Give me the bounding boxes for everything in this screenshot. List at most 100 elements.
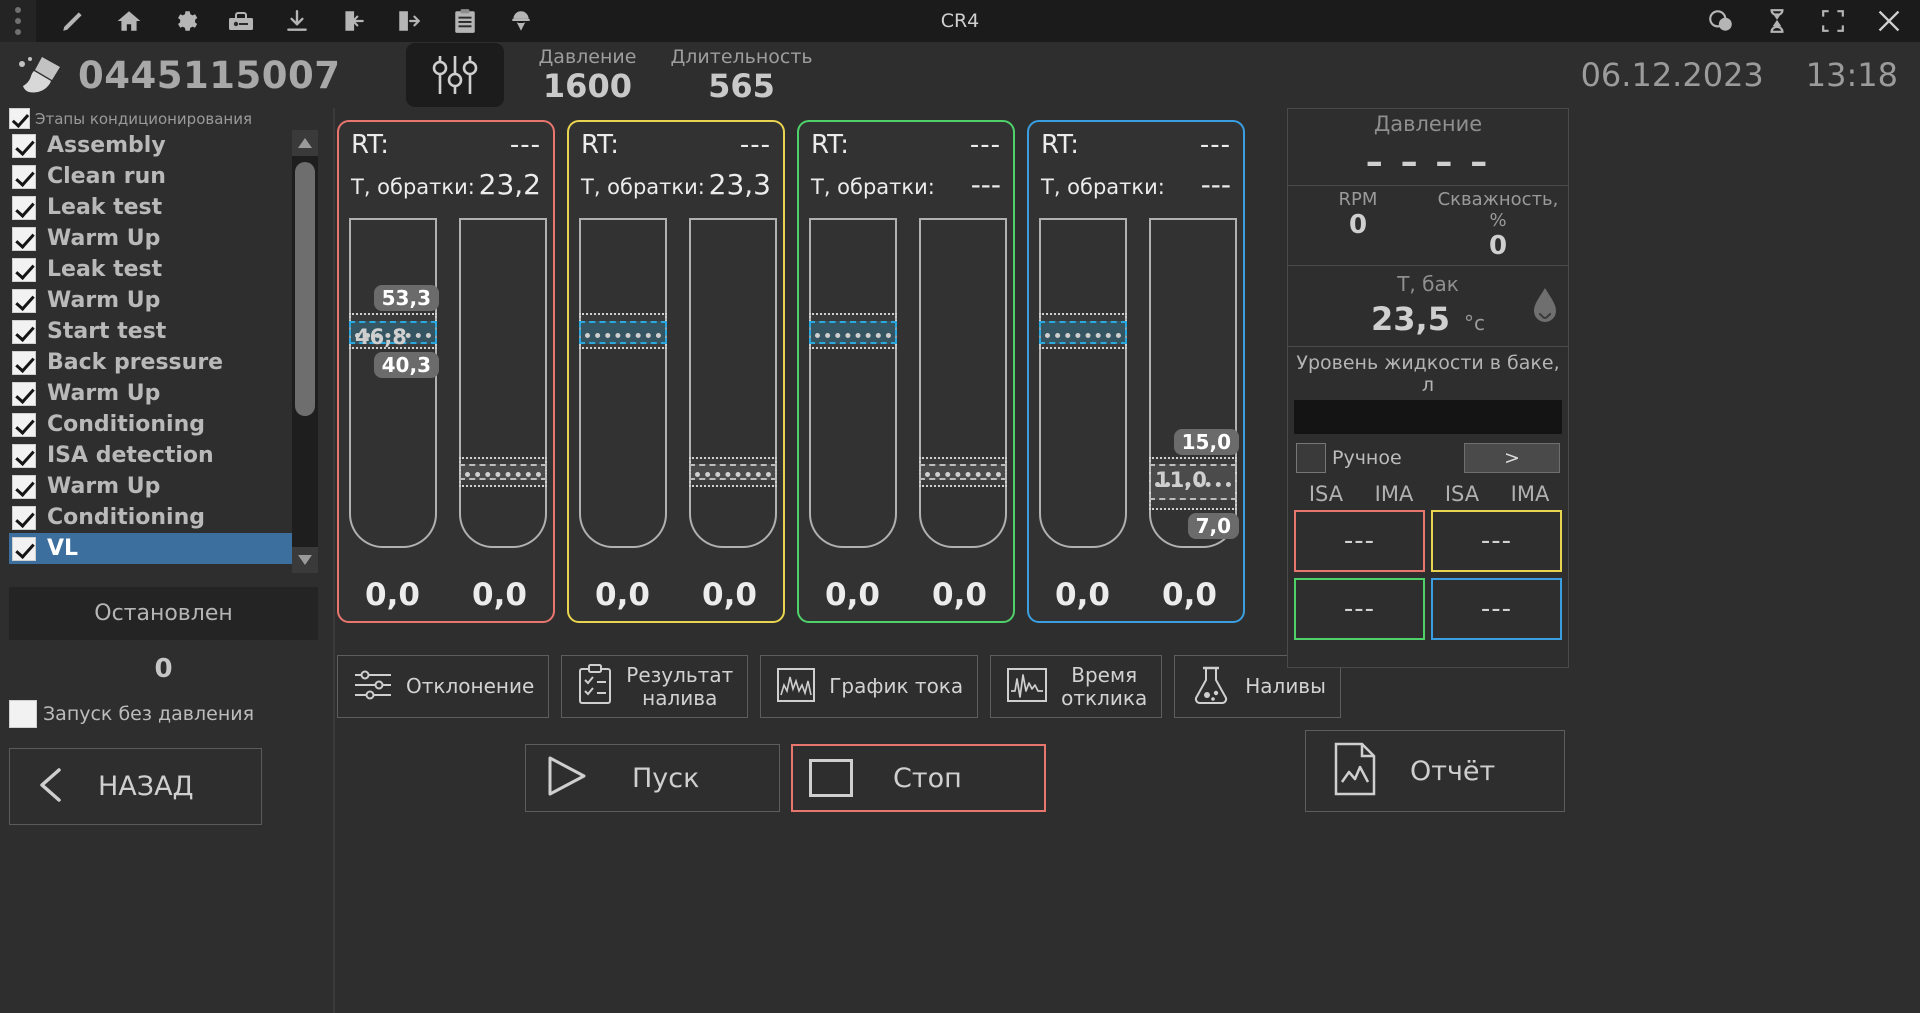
stage-item-0[interactable]: Assembly	[9, 130, 300, 161]
function-button-3[interactable]: Время отклика	[990, 655, 1163, 718]
stage-item-6[interactable]: Start test	[9, 316, 300, 347]
result-cell-0[interactable]: ---	[1294, 510, 1425, 572]
stage-list: Assembly Clean run Leak test Warm Up Leak te…	[9, 130, 318, 573]
chat-icon[interactable]	[1706, 6, 1736, 36]
result-cell-value-0: ---	[1343, 526, 1376, 556]
tube-3-0[interactable]	[1039, 218, 1127, 548]
rt-label-0: RT:	[351, 130, 389, 160]
tube-1-0[interactable]	[579, 218, 667, 548]
scroll-down-button[interactable]	[292, 547, 318, 573]
result-cell-3[interactable]: ---	[1431, 578, 1562, 640]
duration-value: 565	[708, 67, 775, 105]
no-pressure-checkbox[interactable]	[9, 700, 37, 728]
stage-list-scrollbar[interactable]	[292, 130, 318, 573]
stage-label-12: Conditioning	[47, 505, 205, 530]
back-button[interactable]: НАЗАД	[9, 748, 262, 825]
tube-3-1[interactable]: 11,0 15,0 7,0	[1149, 218, 1239, 548]
tube-0-0[interactable]: 46,8 53,3 40,3	[349, 218, 439, 548]
pencil-icon[interactable]	[58, 6, 88, 36]
stage-checkbox-6[interactable]	[12, 319, 36, 344]
result-cell-value-3: ---	[1480, 594, 1513, 624]
stage-item-12[interactable]: Conditioning	[9, 502, 300, 533]
stage-checkbox-8[interactable]	[12, 381, 36, 406]
stage-checkbox-0[interactable]	[12, 133, 36, 158]
stage-checkbox-13[interactable]	[12, 536, 36, 561]
right-pressure-value: – – – –	[1365, 142, 1491, 182]
gear-icon[interactable]	[170, 6, 200, 36]
tube-0-1[interactable]	[459, 218, 547, 548]
scrollbar-thumb[interactable]	[295, 162, 315, 416]
tube-readout-1-1: 0,0	[702, 577, 757, 613]
stage-item-3[interactable]: Warm Up	[9, 223, 300, 254]
worker-icon[interactable]	[506, 6, 536, 36]
grip-icon[interactable]	[0, 0, 36, 42]
stage-checkbox-7[interactable]	[12, 350, 36, 375]
toolbox-icon[interactable]	[226, 6, 256, 36]
home-icon[interactable]	[114, 6, 144, 36]
scroll-up-button[interactable]	[292, 130, 318, 156]
stage-checkbox-1[interactable]	[12, 164, 36, 189]
hourglass-icon[interactable]	[1762, 6, 1792, 36]
isa-ima-header-0: ISA	[1308, 482, 1344, 506]
download-icon[interactable]	[282, 6, 312, 36]
start-button[interactable]: Пуск	[525, 744, 780, 812]
channel-panel-0[interactable]: RT: --- Т, обратки: 23,2 46,8 53,3 40,3 0,0 0,0	[337, 120, 555, 623]
close-icon[interactable]	[1874, 6, 1904, 36]
tube-group-0: 46,8 53,3 40,3	[349, 218, 547, 548]
tube-2-0[interactable]	[809, 218, 897, 548]
result-cell-2[interactable]: ---	[1294, 578, 1425, 640]
manual-mode-checkbox[interactable]	[1296, 443, 1326, 473]
channel-readouts-0: 0,0 0,0	[339, 577, 553, 613]
stage-item-2[interactable]: Leak test	[9, 192, 300, 223]
manual-next-button[interactable]: >	[1464, 443, 1560, 473]
stage-checkbox-9[interactable]	[12, 412, 36, 437]
stage-item-13[interactable]: VL	[9, 533, 300, 564]
stage-label-9: Conditioning	[47, 412, 205, 437]
target-band-0-1	[459, 464, 547, 481]
stage-item-1[interactable]: Clean run	[9, 161, 300, 192]
stage-label-2: Leak test	[47, 195, 163, 220]
stages-header-label: Этапы кондиционирования	[35, 109, 252, 128]
stages-header-checkbox[interactable]	[9, 108, 30, 129]
function-button-0[interactable]: Отклонение	[337, 655, 550, 718]
stage-checkbox-11[interactable]	[12, 474, 36, 499]
channel-panel-1[interactable]: RT: --- Т, обратки: 23,3 0,0 0,0	[567, 120, 785, 623]
sliders-icon[interactable]	[406, 43, 505, 107]
stage-checkbox-12[interactable]	[12, 505, 36, 530]
stage-label-13: VL	[47, 536, 79, 561]
stage-checkbox-10[interactable]	[12, 443, 36, 468]
channel-panel-3[interactable]: RT: --- Т, обратки: --- 11,0 15,0 7,0 0,0 0,0	[1027, 120, 1245, 623]
no-pressure-option[interactable]: Запуск без давления	[9, 700, 327, 728]
clipboard-icon[interactable]	[450, 6, 480, 36]
stage-item-10[interactable]: ISA detection	[9, 440, 300, 471]
low-limit-badge-3-1: 7,0	[1187, 512, 1239, 539]
stage-item-8[interactable]: Warm Up	[9, 378, 300, 409]
stage-item-4[interactable]: Leak test	[9, 254, 300, 285]
status-text: Остановлен	[94, 601, 233, 626]
channel-readouts-3: 0,0 0,0	[1029, 577, 1243, 613]
stage-checkbox-3[interactable]	[12, 226, 36, 251]
tube-2-1[interactable]	[919, 218, 1007, 548]
target-band-1-0	[579, 321, 667, 345]
stop-square-icon	[809, 759, 853, 797]
function-button-2[interactable]: График тока	[760, 655, 979, 718]
stage-item-9[interactable]: Conditioning	[9, 409, 300, 440]
stage-checkbox-4[interactable]	[12, 257, 36, 282]
stage-item-7[interactable]: Back pressure	[9, 347, 300, 378]
report-button[interactable]: Отчёт	[1305, 730, 1565, 812]
rt-label-3: RT:	[1041, 130, 1079, 160]
stage-checkbox-2[interactable]	[12, 195, 36, 220]
export-icon[interactable]	[394, 6, 424, 36]
stage-checkbox-5[interactable]	[12, 288, 36, 313]
import-icon[interactable]	[338, 6, 368, 36]
channel-panel-2[interactable]: RT: --- Т, обратки: --- 0,0 0,0	[797, 120, 1015, 623]
tube-1-1[interactable]	[689, 218, 777, 548]
function-button-1[interactable]: Результат налива	[561, 655, 749, 718]
stop-button[interactable]: Стоп	[791, 744, 1046, 812]
stage-item-11[interactable]: Warm Up	[9, 471, 300, 502]
fullscreen-icon[interactable]	[1818, 6, 1848, 36]
sidebar-divider	[333, 108, 335, 1013]
result-cell-1[interactable]: ---	[1431, 510, 1562, 572]
stage-list-scroll[interactable]: Assembly Clean run Leak test Warm Up Leak te…	[9, 130, 300, 573]
stage-item-5[interactable]: Warm Up	[9, 285, 300, 316]
